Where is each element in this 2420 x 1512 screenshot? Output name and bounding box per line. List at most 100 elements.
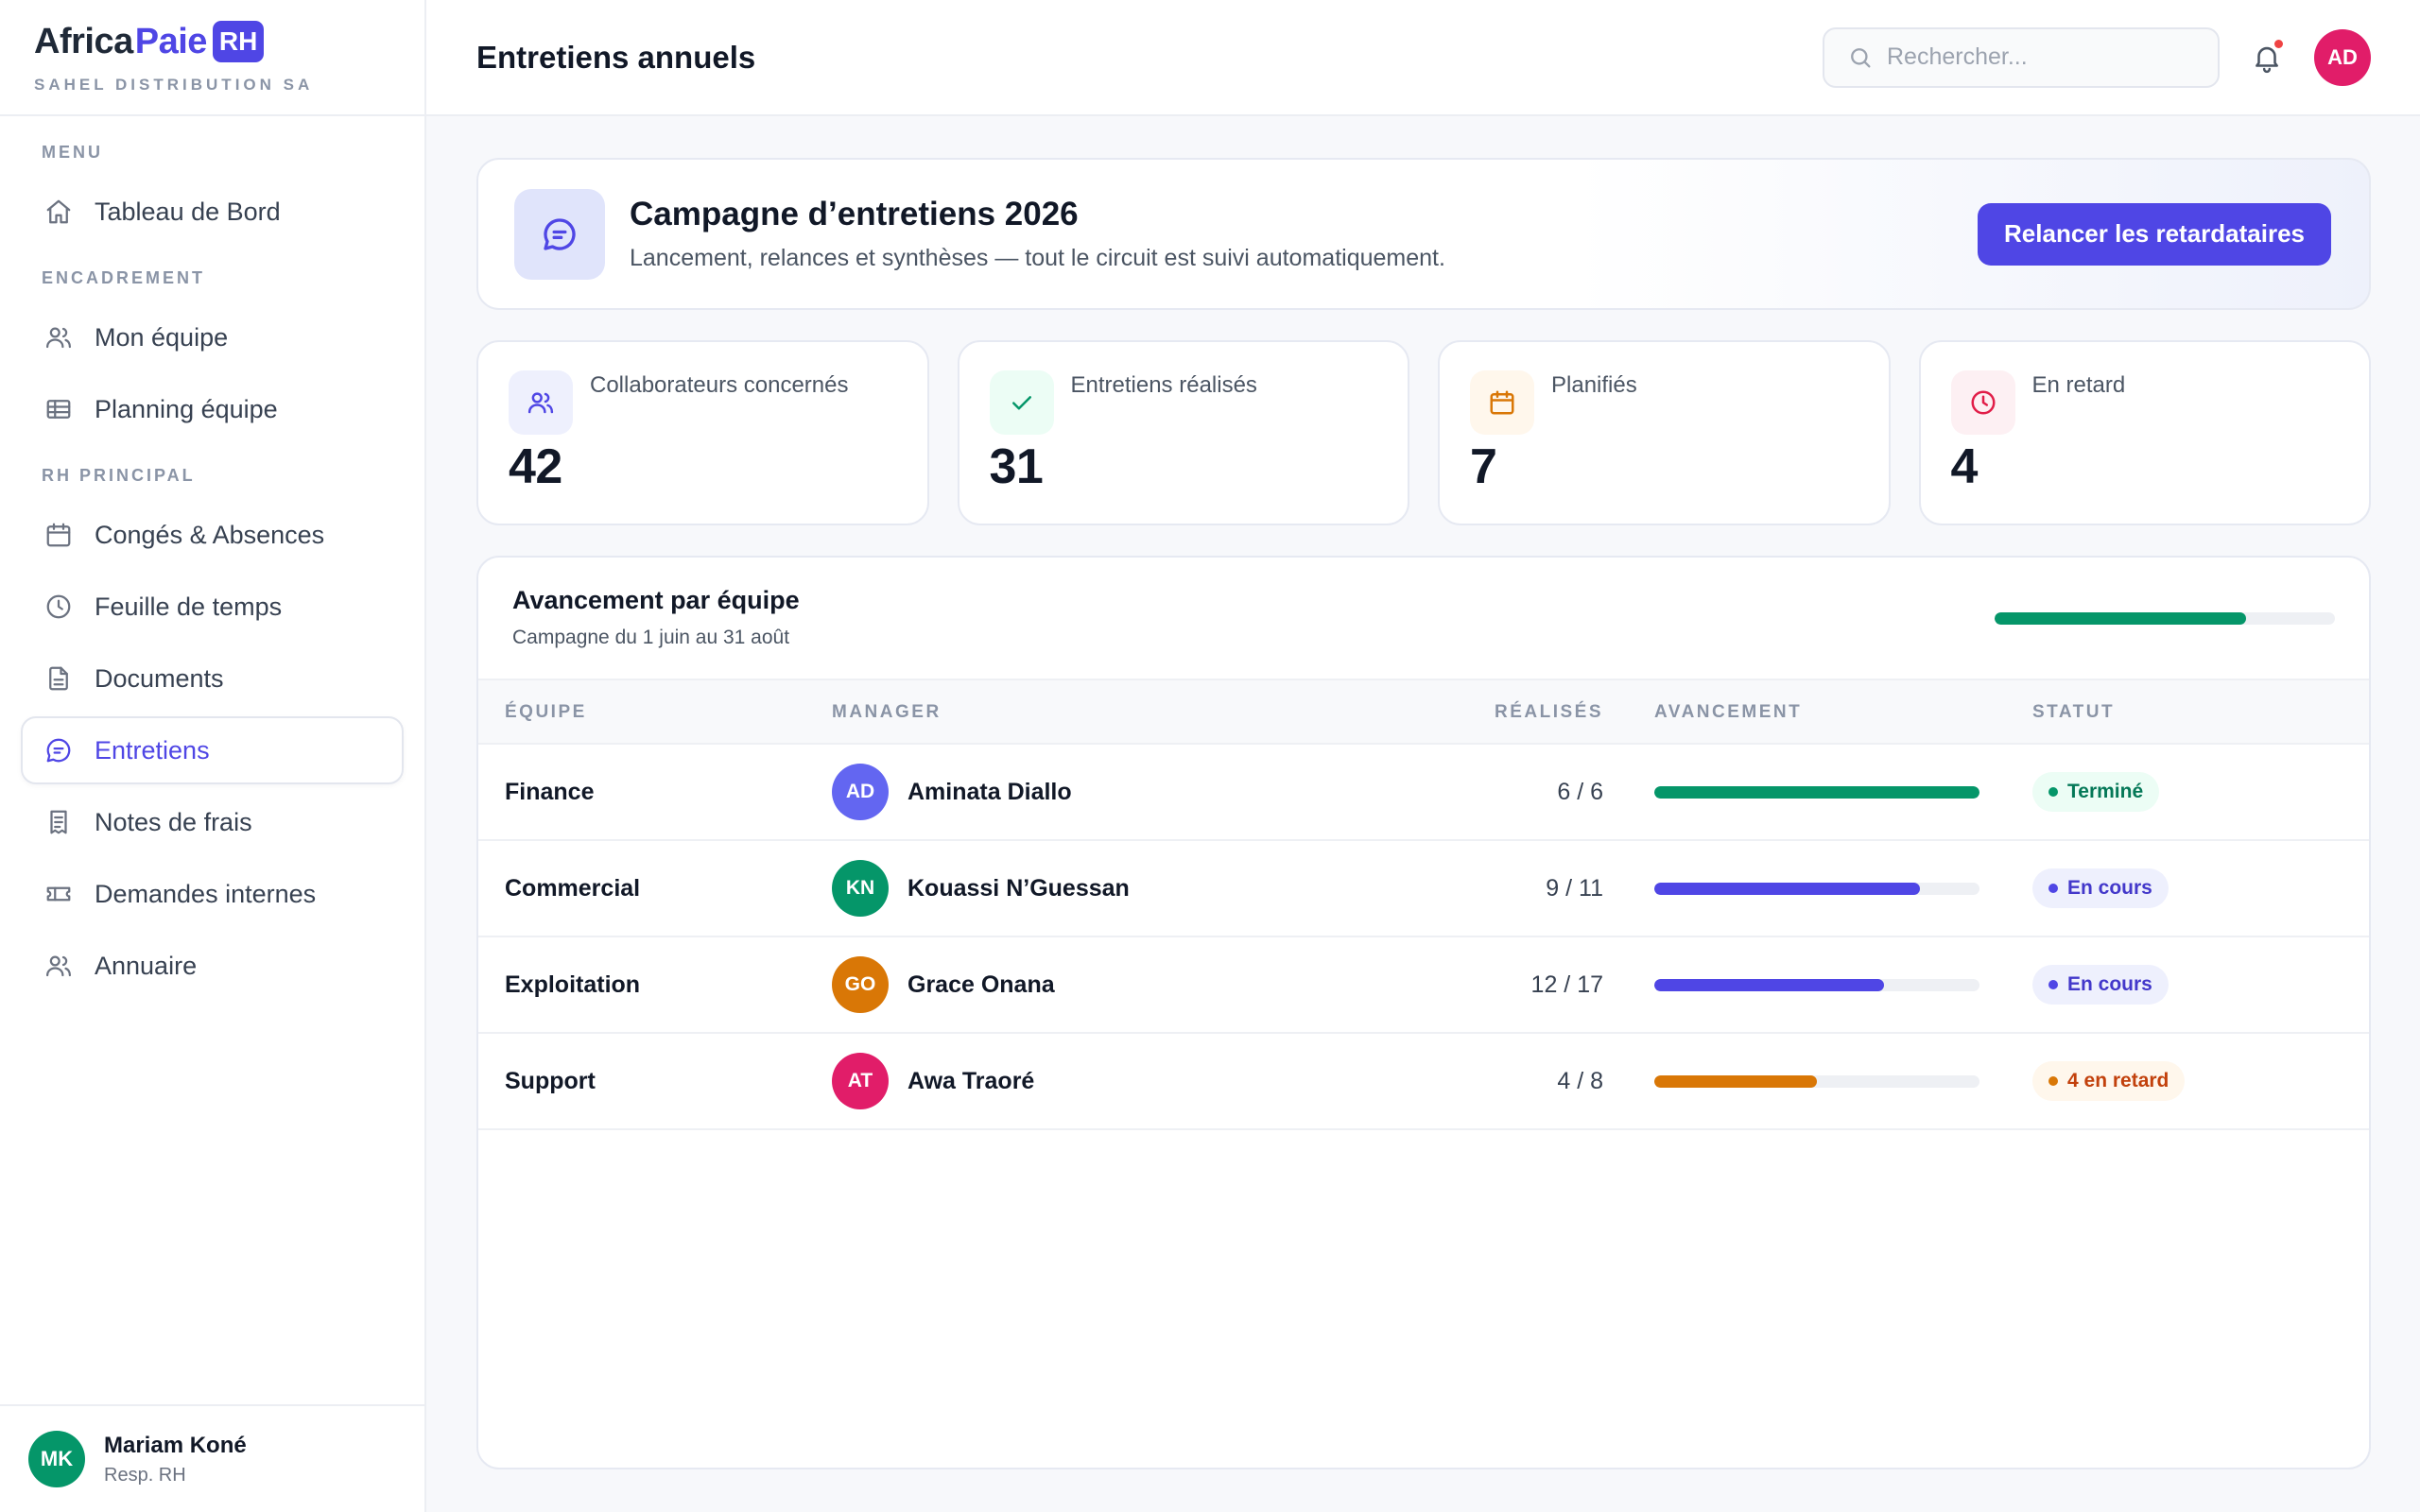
- logo-rh-badge: RH: [212, 21, 265, 62]
- manager-cell: KN Kouassi N’Guessan: [832, 841, 1130, 936]
- status-dot: [2048, 980, 2058, 989]
- progress-fill: [1654, 785, 1979, 799]
- status-badge: En cours: [2032, 965, 2169, 1005]
- remind-late-button[interactable]: Relancer les retardataires: [1978, 202, 2331, 266]
- avatar: KN: [832, 860, 889, 917]
- nav-section-rh-principal: RH PRINCIPAL: [42, 466, 196, 485]
- status-badge: Terminé: [2032, 772, 2160, 812]
- avatar: GO: [832, 956, 889, 1013]
- logo-africa: Africa: [34, 21, 133, 61]
- stat-value: 7: [1470, 439, 1497, 494]
- clock-icon: [1950, 370, 2015, 435]
- column-header-done[interactable]: RÉALISÉS: [1495, 680, 1603, 745]
- clock-icon: [43, 592, 74, 622]
- status-cell: En cours: [2032, 937, 2169, 1032]
- manager-name: Grace Onana: [908, 971, 1055, 998]
- progress-fill: [1654, 882, 1921, 895]
- app-logo[interactable]: Africa Paie RH: [34, 19, 424, 64]
- progress-bar: [1654, 1074, 1979, 1088]
- brand: Africa Paie RH SAHEL DISTRIBUTION SA: [0, 0, 424, 116]
- table-row[interactable]: Finance AD Aminata Diallo 6 / 6 Terminé: [478, 745, 2369, 841]
- table-row[interactable]: Commercial KN Kouassi N’Guessan 9 / 11 En co…: [478, 841, 2369, 937]
- search-box[interactable]: [1823, 26, 2220, 88]
- user-name: Mariam Koné: [104, 1432, 247, 1458]
- sidebar-item-label: Entretiens: [95, 735, 210, 765]
- sidebar-item-planning-equipe[interactable]: Planning équipe: [21, 375, 404, 443]
- sidebar-item-notes-de-frais[interactable]: Notes de frais: [21, 788, 404, 856]
- stat-label: En retard: [2031, 372, 2126, 398]
- table-header: ÉQUIPE MANAGER RÉALISÉS AVANCEMENT STATU…: [478, 680, 2369, 745]
- sidebar-item-label: Demandes internes: [95, 879, 317, 908]
- sidebar-item-feuille-de-temps[interactable]: Feuille de temps: [21, 573, 404, 641]
- team-name: Commercial: [505, 874, 641, 902]
- stat-card-planifies: Planifiés 7: [1438, 340, 1891, 525]
- done-count: 9 / 11: [1546, 874, 1603, 902]
- table-body: Finance AD Aminata Diallo 6 / 6 Terminé Comme…: [478, 745, 2369, 1130]
- sidebar-item-demandes-internes[interactable]: Demandes internes: [21, 860, 404, 928]
- column-header-progress[interactable]: AVANCEMENT: [1654, 680, 1802, 745]
- status-cell: En cours: [2032, 841, 2169, 936]
- sidebar-item-entretiens[interactable]: Entretiens: [21, 716, 404, 784]
- progress-fill: [1654, 978, 1884, 991]
- sidebar-item-label: Tableau de Bord: [95, 197, 281, 226]
- sidebar-item-tableau-de-bord[interactable]: Tableau de Bord: [21, 178, 404, 246]
- team-name: Finance: [505, 778, 595, 805]
- status-label: En cours: [2067, 877, 2152, 899]
- column-header-team[interactable]: ÉQUIPE: [505, 680, 587, 745]
- users-icon: [43, 322, 74, 352]
- progress-bar: [1654, 978, 1979, 991]
- progress-cell: [1654, 841, 1979, 936]
- sidebar-item-label: Documents: [95, 663, 224, 693]
- sidebar-item-label: Annuaire: [95, 951, 198, 980]
- check-icon: [989, 370, 1054, 435]
- stats-row: Collaborateurs concernés 42 Entretiens r…: [476, 340, 2371, 525]
- table-icon: [43, 394, 74, 424]
- manager-cell: GO Grace Onana: [832, 937, 1055, 1032]
- team-progress-card: Avancement par équipe Campagne du 1 juin…: [476, 556, 2371, 1469]
- sidebar-item-annuaire[interactable]: Annuaire: [21, 932, 404, 1000]
- progress-cell: [1654, 937, 1979, 1032]
- document-icon: [43, 663, 74, 694]
- user-avatar-button[interactable]: AD: [2314, 28, 2371, 86]
- stat-value: 31: [989, 439, 1044, 494]
- sidebar-item-label: Planning équipe: [95, 394, 278, 423]
- sidebar-item-label: Congés & Absences: [95, 520, 325, 549]
- status-dot: [2048, 1076, 2058, 1086]
- card-subtitle: Campagne du 1 juin au 31 août: [512, 627, 790, 648]
- team-name: Support: [505, 1067, 596, 1094]
- manager-cell: AT Awa Traoré: [832, 1034, 1034, 1128]
- done-count: 4 / 8: [1557, 1067, 1603, 1094]
- overall-progress-fill: [1995, 612, 2247, 625]
- status-cell: 4 en retard: [2032, 1034, 2186, 1128]
- table-row[interactable]: Support AT Awa Traoré 4 / 8 4 en retard: [478, 1034, 2369, 1130]
- done-count: 6 / 6: [1557, 778, 1603, 805]
- sidebar-item-conges-absences[interactable]: Congés & Absences: [21, 501, 404, 569]
- sidebar-item-label: Feuille de temps: [95, 592, 283, 621]
- notification-dot: [2274, 39, 2283, 48]
- sidebar-item-documents[interactable]: Documents: [21, 644, 404, 713]
- home-icon: [43, 197, 74, 227]
- card-title: Avancement par équipe: [512, 586, 800, 614]
- user-role: Resp. RH: [104, 1464, 186, 1486]
- table-row[interactable]: Exploitation GO Grace Onana 12 / 17 En cours: [478, 937, 2369, 1034]
- manager-name: Aminata Diallo: [908, 778, 1072, 805]
- main-nav: MENU Tableau de Bord ENCADREMENT Mon équ…: [0, 116, 424, 1000]
- nav-section-menu: MENU: [42, 143, 103, 162]
- column-header-manager[interactable]: MANAGER: [832, 680, 942, 745]
- search-input[interactable]: [1887, 43, 2189, 71]
- avatar: MK: [28, 1431, 85, 1487]
- avatar: AD: [832, 764, 889, 820]
- stat-card-realises: Entretiens réalisés 31: [957, 340, 1409, 525]
- notifications-button[interactable]: [2248, 39, 2286, 77]
- status-cell: Terminé: [2032, 745, 2160, 839]
- page-title: Entretiens annuels: [476, 39, 756, 75]
- column-header-status[interactable]: STATUT: [2032, 680, 2115, 745]
- users-icon: [509, 370, 573, 435]
- status-badge: En cours: [2032, 868, 2169, 908]
- stat-label: Collaborateurs concernés: [590, 372, 849, 398]
- avatar: AT: [832, 1053, 889, 1109]
- sidebar-item-mon-equipe[interactable]: Mon équipe: [21, 303, 404, 371]
- sidebar-item-label: Notes de frais: [95, 807, 252, 836]
- current-user[interactable]: MK Mariam Koné Resp. RH: [0, 1404, 424, 1512]
- progress-cell: [1654, 1034, 1979, 1128]
